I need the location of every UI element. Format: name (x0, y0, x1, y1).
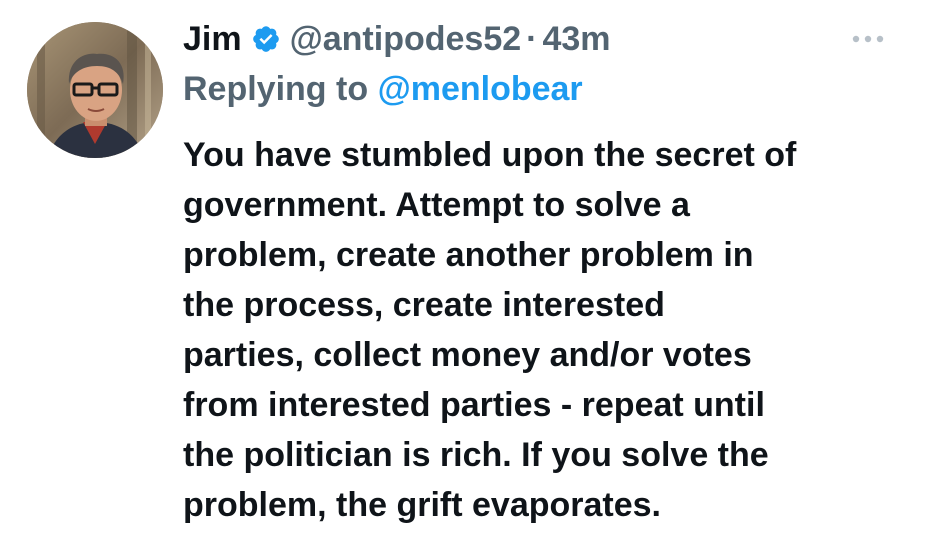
author-name[interactable]: Jim (183, 20, 242, 59)
tweet-body-line: the politician is rich. If you solve the (183, 436, 769, 474)
tweet-body-line: parties, collect money and/or votes (183, 336, 752, 374)
replying-to: Replying to @menlobear (183, 70, 583, 109)
tweet-body-line: problem, create another problem in (183, 236, 754, 274)
verified-badge-icon (251, 24, 281, 54)
tweet-body-line: government. Attempt to solve a (183, 186, 690, 224)
tweet-body-line: from interested parties - repeat until (183, 386, 765, 424)
replying-to-handle-link[interactable]: @menlobear (378, 70, 583, 108)
replying-to-label: Replying to (183, 70, 369, 108)
tweet[interactable]: Jim @antipodes52 · 43m Replying to @menl… (0, 0, 936, 534)
avatar[interactable] (27, 22, 163, 158)
timestamp[interactable]: 43m (542, 20, 610, 59)
tweet-body-line: problem, the grift evaporates. (183, 486, 661, 524)
author-handle[interactable]: @antipodes52 (290, 20, 522, 59)
more-options-icon[interactable] (848, 24, 888, 54)
tweet-header: Jim @antipodes52 · 43m (183, 14, 611, 64)
avatar-image (27, 22, 163, 158)
tweet-body-line: You have stumbled upon the secret of (183, 136, 797, 174)
separator-dot: · (526, 19, 538, 58)
tweet-body: You have stumbled upon the secret of gov… (183, 130, 903, 530)
tweet-body-line: the process, create interested (183, 286, 665, 324)
